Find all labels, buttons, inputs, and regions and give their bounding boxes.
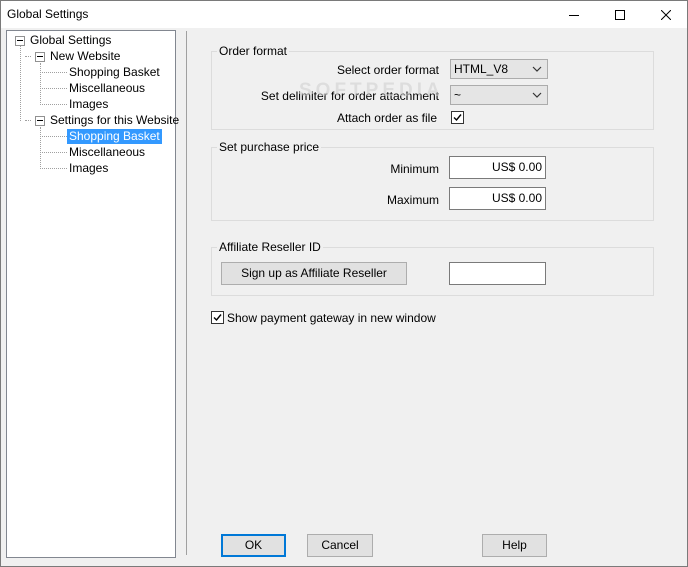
purchase-price-group-label: Set purchase price	[217, 140, 322, 154]
tree-line	[40, 63, 41, 105]
order-format-group-label: Order format	[217, 44, 290, 58]
tree-line	[40, 72, 67, 73]
settings-window: Global Settings Global Settings New Webs…	[0, 0, 688, 567]
checkmark-icon	[213, 314, 222, 322]
minimum-label: Minimum	[390, 162, 439, 176]
select-order-format-label: Select order format	[336, 63, 439, 77]
tree-line	[40, 88, 67, 89]
affiliate-signup-button[interactable]: Sign up as Affiliate Reseller	[221, 262, 407, 285]
ok-button[interactable]: OK	[221, 534, 286, 557]
watermark: SOFTPEDIA	[299, 80, 444, 101]
minimize-icon	[569, 14, 579, 16]
chevron-down-icon	[532, 66, 542, 72]
tree-item-shopping-basket-selected[interactable]: Shopping Basket	[67, 129, 162, 144]
maximize-button[interactable]	[597, 1, 643, 28]
affiliate-id-input[interactable]	[449, 262, 546, 285]
cancel-button[interactable]: Cancel	[307, 534, 373, 557]
tree-item-global-settings[interactable]: Global Settings	[28, 33, 113, 48]
tree-line	[40, 168, 67, 169]
order-format-value: HTML_V8	[454, 62, 509, 76]
close-button[interactable]	[643, 1, 688, 28]
minimize-button[interactable]	[551, 1, 597, 28]
tree-item-images[interactable]: Images	[67, 161, 110, 176]
delimiter-value: ~	[454, 88, 462, 102]
order-format-select[interactable]: HTML_V8	[450, 59, 548, 79]
tree-line	[20, 46, 21, 121]
tree-line	[40, 127, 41, 169]
tree-item-images[interactable]: Images	[67, 97, 110, 112]
tree-line	[40, 152, 67, 153]
title-bar[interactable]: Global Settings	[1, 1, 687, 28]
tree-line	[40, 136, 67, 137]
collapse-toggle-new-website[interactable]	[35, 52, 45, 62]
window-title: Global Settings	[7, 7, 89, 21]
tree-item-settings-for-this-website[interactable]: Settings for this Website	[48, 113, 181, 128]
maximize-icon	[615, 9, 625, 20]
tree-item-new-website[interactable]: New Website	[48, 49, 122, 64]
attach-order-label: Attach order as file	[336, 111, 437, 125]
settings-tree[interactable]: Global Settings New Website Shopping Bas…	[6, 30, 179, 558]
delimiter-select[interactable]: ~	[450, 85, 548, 105]
panel-separator	[186, 31, 187, 555]
payment-gateway-label: Show payment gateway in new window	[227, 311, 436, 325]
purchase-price-group	[211, 147, 654, 221]
close-icon	[661, 9, 671, 20]
payment-gateway-checkbox[interactable]	[211, 311, 224, 324]
minimum-price-input[interactable]: US$ 0.00	[449, 156, 546, 179]
tree-line	[40, 104, 67, 105]
help-button[interactable]: Help	[482, 534, 547, 557]
tree-item-shopping-basket[interactable]: Shopping Basket	[67, 65, 162, 80]
checkmark-icon	[453, 114, 462, 122]
tree-line	[25, 56, 31, 57]
chevron-down-icon	[532, 92, 542, 98]
maximum-price-input[interactable]: US$ 0.00	[449, 187, 546, 210]
collapse-toggle-root[interactable]	[15, 36, 25, 46]
tree-line	[25, 120, 31, 121]
collapse-toggle-this-website[interactable]	[35, 116, 45, 126]
affiliate-group-label: Affiliate Reseller ID	[217, 240, 323, 254]
tree-item-miscellaneous[interactable]: Miscellaneous	[67, 145, 147, 160]
maximum-label: Maximum	[386, 193, 439, 207]
tree-item-miscellaneous[interactable]: Miscellaneous	[67, 81, 147, 96]
attach-order-checkbox[interactable]	[451, 111, 464, 124]
